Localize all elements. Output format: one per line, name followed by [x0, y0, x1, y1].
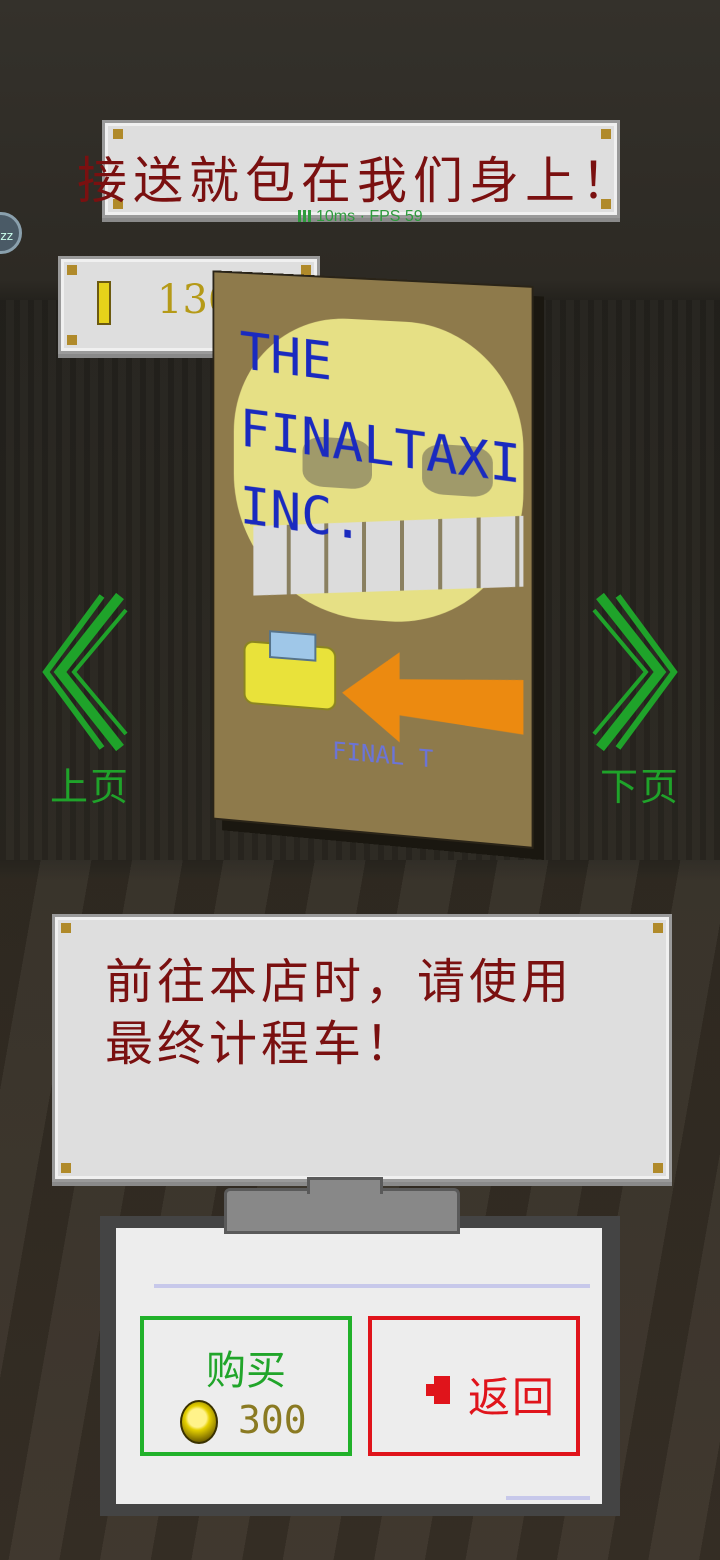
- description-line: 前往本店时，请使用: [105, 951, 645, 1013]
- back-button[interactable]: 返回: [368, 1316, 580, 1456]
- chevron-left-icon: [40, 592, 130, 752]
- taxi-window-art: [269, 630, 316, 661]
- arrow-art: [342, 648, 523, 753]
- coin-icon: [97, 281, 111, 325]
- title-banner: 接送就包在我们身上！: [102, 120, 620, 218]
- description-line: 最终计程车！: [105, 1013, 645, 1075]
- paper-rule: [506, 1496, 590, 1500]
- coin-icon: [180, 1400, 218, 1444]
- paper-rule: [154, 1284, 590, 1288]
- rivet: [61, 923, 71, 933]
- network-stats: 10ms · FPS 59: [298, 208, 423, 226]
- taxi-car-art: [244, 640, 337, 711]
- signal-icon: [298, 210, 312, 222]
- rivet: [67, 335, 77, 345]
- poster-footer: FINAL T: [332, 737, 433, 774]
- taxi-poster: THE FINALTAXI INC. FINAL T: [212, 270, 533, 849]
- rivet: [601, 129, 611, 139]
- chevron-right-icon: [590, 592, 680, 752]
- rivet: [113, 129, 123, 139]
- buy-price: 300: [238, 1398, 307, 1442]
- buy-button[interactable]: 购买 300: [140, 1316, 352, 1456]
- next-page-button[interactable]: 下页: [590, 592, 690, 812]
- prev-page-label: 上页: [40, 756, 140, 811]
- item-description-panel: 前往本店时，请使用 最终计程车！: [52, 914, 672, 1182]
- item-description: 前往本店时，请使用 最终计程车！: [105, 951, 645, 1075]
- next-page-label: 下页: [590, 756, 690, 811]
- back-label: 返回: [468, 1364, 556, 1425]
- clipboard-clip: [224, 1188, 460, 1234]
- rivet: [653, 923, 663, 933]
- rivet: [61, 1163, 71, 1173]
- rivet: [67, 265, 77, 275]
- rivet: [301, 265, 311, 275]
- rivet: [653, 1163, 663, 1173]
- back-arrow-icon: [434, 1376, 450, 1404]
- prev-page-button[interactable]: 上页: [40, 592, 140, 812]
- poster-title: THE FINALTAXI INC.: [240, 313, 534, 587]
- buy-label: 购买: [144, 1338, 348, 1396]
- shop-title: 接送就包在我们身上！: [77, 141, 637, 213]
- latency-fps: 10ms · FPS 59: [316, 208, 423, 225]
